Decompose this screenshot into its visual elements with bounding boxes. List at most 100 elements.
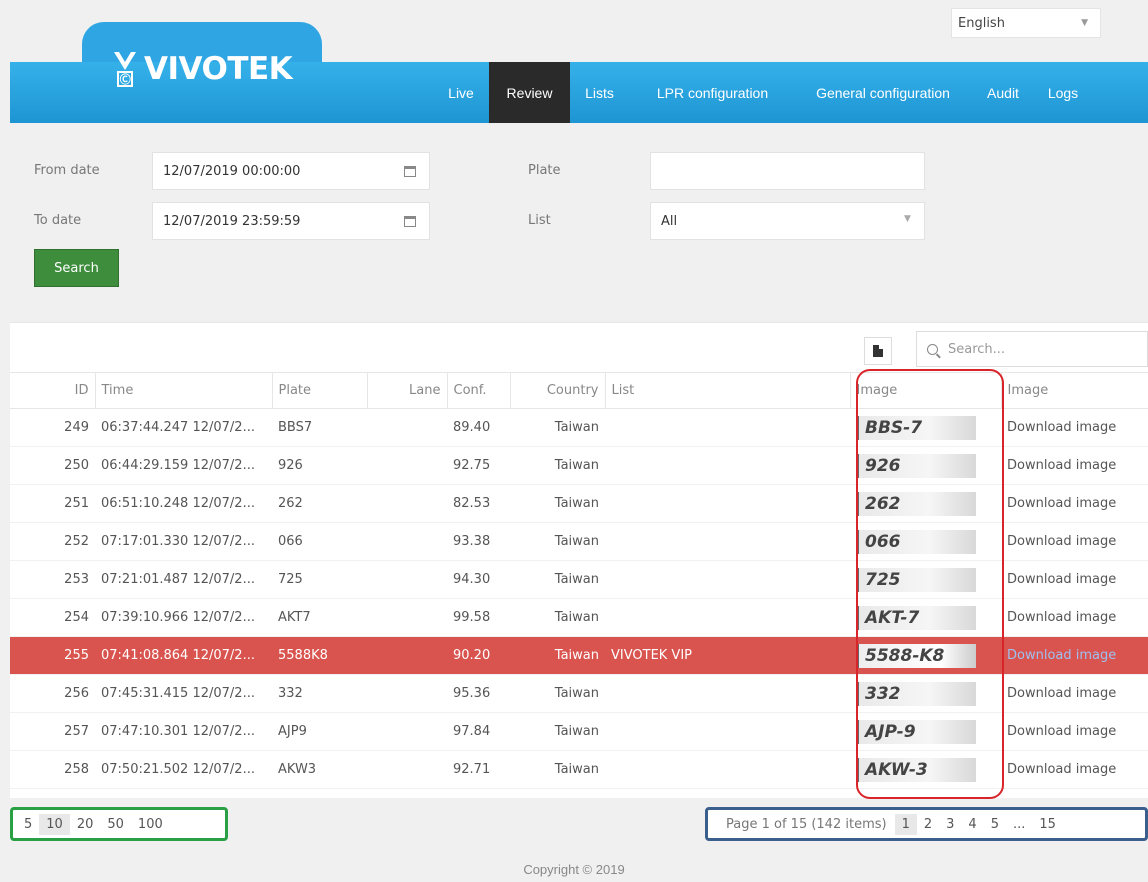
cell-country: Taiwan bbox=[510, 446, 605, 485]
cell-conf: 94.30 bbox=[447, 560, 510, 599]
cell-country: Taiwan bbox=[510, 636, 605, 675]
cell-lane bbox=[367, 446, 447, 485]
page-size-option[interactable]: 20 bbox=[70, 814, 101, 835]
cell-list bbox=[605, 598, 850, 637]
cell-id: 258 bbox=[10, 750, 95, 789]
cell-conf: 82.53 bbox=[447, 484, 510, 523]
cell-conf: 92.75 bbox=[447, 446, 510, 485]
pager-info: Page 1 of 15 (142 items) bbox=[726, 816, 887, 832]
cell-time: 06:37:44.247 12/07/2... bbox=[95, 408, 272, 447]
column-header-lane[interactable]: Lane bbox=[366, 372, 447, 409]
nav-audit[interactable]: Audit bbox=[980, 62, 1026, 123]
cell-lane bbox=[367, 522, 447, 561]
download-image-link[interactable]: Download image bbox=[1001, 560, 1148, 599]
cell-conf: 95.36 bbox=[447, 674, 510, 713]
language-select[interactable]: English ▼ bbox=[951, 8, 1101, 38]
nav-lpr-configuration[interactable]: LPR configuration bbox=[640, 62, 785, 123]
grid-search-input[interactable]: Search... bbox=[916, 331, 1148, 367]
list-select[interactable]: All bbox=[650, 202, 925, 240]
cell-time: 07:45:31.415 12/07/2... bbox=[95, 674, 272, 713]
pager-page-button[interactable]: 4 bbox=[961, 814, 983, 835]
cell-time: 07:39:10.966 12/07/2... bbox=[95, 598, 272, 637]
cell-country: Taiwan bbox=[510, 484, 605, 523]
nav-live[interactable]: Live bbox=[441, 62, 481, 123]
cell-time: 07:47:10.301 12/07/2... bbox=[95, 712, 272, 751]
cell-list bbox=[605, 560, 850, 599]
cell-plate: AJP9 bbox=[272, 712, 367, 751]
cell-country: Taiwan bbox=[510, 560, 605, 599]
download-image-link[interactable]: Download image bbox=[1001, 598, 1148, 637]
cell-country: Taiwan bbox=[510, 750, 605, 789]
cell-time: 07:41:08.864 12/07/2... bbox=[95, 636, 272, 675]
cell-id: 251 bbox=[10, 484, 95, 523]
main-nav: Live Review Lists LPR configuration Gene… bbox=[0, 62, 1148, 123]
cell-list bbox=[605, 446, 850, 485]
cell-country: Taiwan bbox=[510, 522, 605, 561]
calendar-icon[interactable] bbox=[404, 166, 416, 177]
nav-logs[interactable]: Logs bbox=[1040, 62, 1086, 123]
page-size-option[interactable]: 10 bbox=[39, 813, 70, 835]
search-icon bbox=[927, 343, 938, 355]
column-header-image-download[interactable]: Image bbox=[1000, 372, 1148, 409]
cell-id: 255 bbox=[10, 636, 95, 675]
cell-plate: 066 bbox=[272, 522, 367, 561]
cell-id: 257 bbox=[10, 712, 95, 751]
to-date-field[interactable]: 12/07/2019 23:59:59 bbox=[152, 202, 430, 240]
page-size-option[interactable]: 100 bbox=[131, 814, 170, 835]
cell-country: Taiwan bbox=[510, 408, 605, 447]
nav-lists[interactable]: Lists bbox=[577, 62, 622, 123]
search-button[interactable]: Search bbox=[34, 249, 119, 287]
cell-list bbox=[605, 522, 850, 561]
pager-page-button[interactable]: 3 bbox=[939, 814, 961, 835]
from-date-value: 12/07/2019 00:00:00 bbox=[163, 163, 301, 179]
column-header-plate[interactable]: Plate bbox=[271, 372, 367, 409]
page-size-option[interactable]: 5 bbox=[17, 814, 39, 835]
download-image-link[interactable]: Download image bbox=[1001, 484, 1148, 523]
cell-list bbox=[605, 712, 850, 751]
cell-plate: AKT7 bbox=[272, 598, 367, 637]
cell-conf: 89.40 bbox=[447, 408, 510, 447]
copyright: Copyright © 2019 bbox=[523, 862, 625, 877]
page-size-option[interactable]: 50 bbox=[100, 814, 131, 835]
cell-lane bbox=[367, 636, 447, 675]
cell-plate: 332 bbox=[272, 674, 367, 713]
download-image-link[interactable]: Download image bbox=[1001, 712, 1148, 751]
cell-lane bbox=[367, 674, 447, 713]
cell-conf: 90.20 bbox=[447, 636, 510, 675]
calendar-icon[interactable] bbox=[404, 216, 416, 227]
pager-page-button[interactable]: 2 bbox=[917, 814, 939, 835]
download-image-link[interactable]: Download image bbox=[1001, 522, 1148, 561]
pager-page-button[interactable]: 1 bbox=[894, 813, 917, 835]
download-image-link[interactable]: Download image bbox=[1001, 750, 1148, 789]
cell-conf: 99.58 bbox=[447, 598, 510, 637]
column-header-id[interactable]: ID bbox=[10, 372, 95, 409]
cell-list bbox=[605, 408, 850, 447]
nav-review[interactable]: Review bbox=[489, 62, 570, 123]
cell-list bbox=[605, 750, 850, 789]
cell-lane bbox=[367, 750, 447, 789]
download-image-link[interactable]: Download image bbox=[1001, 408, 1148, 447]
cell-conf: 97.84 bbox=[447, 712, 510, 751]
cell-id: 253 bbox=[10, 560, 95, 599]
to-date-label: To date bbox=[34, 213, 82, 228]
column-header-list[interactable]: List bbox=[604, 372, 850, 409]
pager-ellipsis[interactable]: ... bbox=[1006, 814, 1032, 835]
column-header-country[interactable]: Country bbox=[509, 372, 605, 409]
cell-time: 07:50:21.502 12/07/2... bbox=[95, 750, 272, 789]
pager-page-button[interactable]: 15 bbox=[1032, 814, 1063, 835]
cell-plate: 262 bbox=[272, 484, 367, 523]
cell-list bbox=[605, 674, 850, 713]
download-image-link[interactable]: Download image bbox=[1001, 636, 1148, 675]
download-image-link[interactable]: Download image bbox=[1001, 446, 1148, 485]
from-date-field[interactable]: 12/07/2019 00:00:00 bbox=[152, 152, 430, 190]
plate-input[interactable] bbox=[650, 152, 925, 190]
cell-conf: 93.38 bbox=[447, 522, 510, 561]
nav-general-configuration[interactable]: General configuration bbox=[798, 62, 968, 123]
column-header-time[interactable]: Time bbox=[94, 372, 272, 409]
page-size-selector: 5 10 20 50 100 bbox=[10, 807, 228, 841]
export-excel-button[interactable] bbox=[864, 337, 892, 365]
cell-plate: BBS7 bbox=[272, 408, 367, 447]
column-header-conf[interactable]: Conf. bbox=[446, 372, 510, 409]
download-image-link[interactable]: Download image bbox=[1001, 674, 1148, 713]
pager-page-button[interactable]: 5 bbox=[984, 814, 1006, 835]
